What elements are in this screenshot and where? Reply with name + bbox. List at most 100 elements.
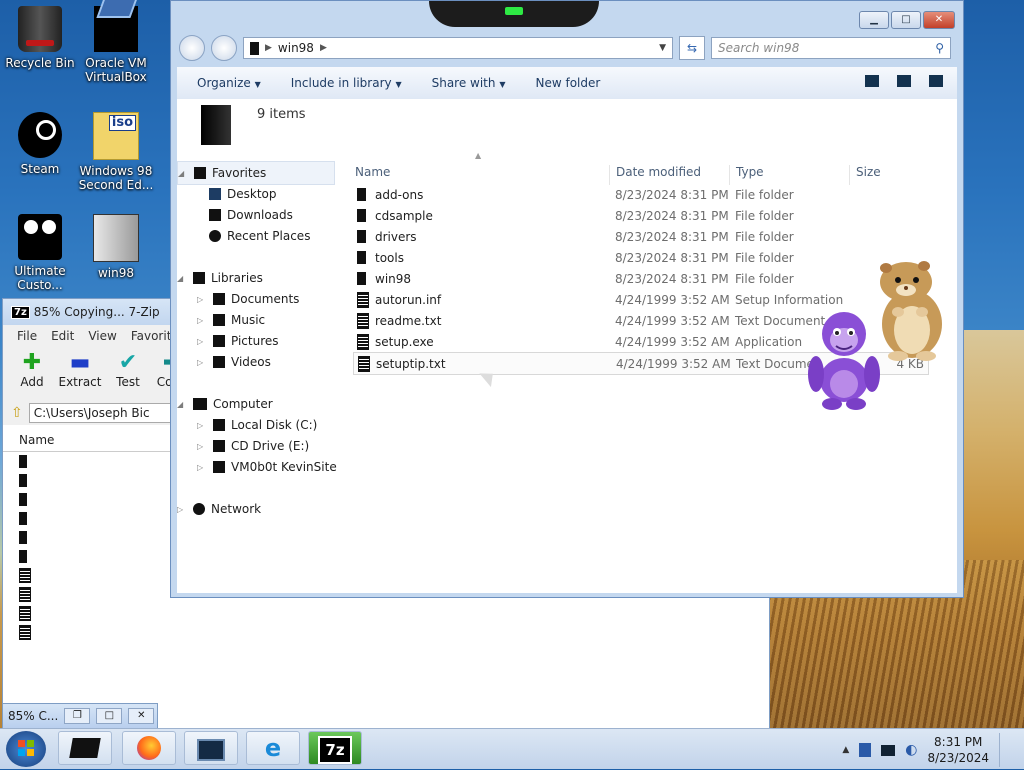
close-button[interactable]: ✕ [128, 708, 155, 724]
nav-cd-drive[interactable]: ▷ CD Drive (E:) [197, 439, 309, 453]
nav-documents[interactable]: ▷ Documents [197, 292, 299, 306]
taskbar-explorer[interactable] [184, 731, 238, 765]
share-with-button[interactable]: Share with ▼ [432, 76, 506, 90]
list-item[interactable] [19, 604, 769, 623]
taskbar-internet-explorer[interactable]: e [246, 731, 300, 765]
explorer-window[interactable]: ▁ □ ✕ ▶ win98 ▶ ▼ ⇆ Search win98 ⚲ Organ… [170, 0, 964, 598]
include-in-library-button[interactable]: Include in library ▼ [291, 76, 402, 90]
maximize-button[interactable]: □ [891, 11, 921, 29]
table-row[interactable]: cdsample 8/23/2024 8:31 PM File folder [353, 205, 927, 226]
collapsed-icon[interactable]: ▷ [177, 505, 187, 514]
nav-network[interactable]: ▷ Network [177, 502, 261, 516]
collapsed-icon[interactable]: ▷ [197, 463, 207, 472]
sevenzip-progress-window[interactable]: 85% C... ❐ □ ✕ [2, 703, 158, 729]
collapsed-icon[interactable]: ▷ [197, 337, 207, 346]
navigation-pane: ◢ Favorites Desktop Downloads Recent Plac… [177, 155, 338, 593]
sort-ascending-icon: ▲ [475, 151, 482, 160]
address-bar[interactable]: ▶ win98 ▶ ▼ [243, 37, 673, 59]
volume-icon[interactable]: ◐ [905, 742, 917, 758]
start-button[interactable] [6, 731, 46, 767]
hamster-character[interactable] [868, 258, 950, 362]
folder-up-icon[interactable]: ⇧ [11, 405, 23, 421]
column-header-size[interactable]: Size [849, 165, 881, 185]
folder-icon [357, 209, 366, 222]
collapsed-icon[interactable]: ▷ [197, 421, 207, 430]
table-row[interactable]: add-ons 8/23/2024 8:31 PM File folder [353, 184, 927, 205]
nav-music[interactable]: ▷ Music [197, 313, 265, 327]
menu-view[interactable]: View [88, 329, 116, 343]
forward-button[interactable] [211, 35, 237, 61]
nav-computer[interactable]: ◢ Computer [177, 397, 273, 411]
nav-libraries[interactable]: ◢ Libraries [177, 271, 263, 285]
organize-button[interactable]: Organize ▼ [197, 76, 261, 90]
minimize-button[interactable]: ▁ [859, 11, 889, 29]
test-button[interactable]: ✔ Test [109, 351, 147, 390]
minus-icon: ▬ [69, 350, 91, 375]
nav-vm-drive[interactable]: ▷ VM0b0t KevinSite [197, 460, 337, 474]
column-header-type[interactable]: Type [729, 165, 764, 185]
nav-local-disk[interactable]: ▷ Local Disk (C:) [197, 418, 317, 432]
collapsed-icon[interactable]: ▷ [197, 295, 207, 304]
restore-button[interactable]: ❐ [64, 708, 91, 724]
command-bar: Organize ▼ Include in library ▼ Share wi… [177, 67, 957, 99]
table-row[interactable]: tools 8/23/2024 8:31 PM File folder [353, 247, 927, 268]
desktop-icon-win98[interactable]: win98 [78, 214, 154, 280]
table-row[interactable]: win98 8/23/2024 8:31 PM File folder [353, 268, 927, 289]
hard-drive-icon [213, 419, 225, 431]
organize-label: Organize [197, 76, 251, 90]
maximize-button[interactable]: □ [96, 708, 123, 724]
taskbar-firefox[interactable] [122, 731, 176, 765]
nav-desktop[interactable]: Desktop [209, 187, 277, 201]
collapsed-icon[interactable]: ▷ [197, 442, 207, 451]
address-dropdown-icon[interactable]: ▼ [659, 43, 666, 53]
show-hidden-icons-icon[interactable]: ▲ [842, 745, 849, 755]
taskbar-virtualbox[interactable] [58, 731, 112, 765]
file-name: add-ons [375, 187, 424, 202]
desktop-icon-ultimate-custom[interactable]: Ultimate Custo... [2, 214, 78, 292]
file-date: 4/24/1999 3:52 AM [615, 292, 730, 307]
column-header-date[interactable]: Date modified [609, 165, 701, 185]
expanded-icon[interactable]: ◢ [177, 400, 187, 409]
menu-file[interactable]: File [17, 329, 37, 343]
expanded-icon[interactable]: ◢ [177, 274, 187, 283]
nav-videos[interactable]: ▷ Videos [197, 355, 271, 369]
list-item[interactable] [19, 623, 769, 642]
back-button[interactable] [179, 35, 205, 61]
new-folder-button[interactable]: New folder [535, 76, 600, 90]
breadcrumb-win98[interactable]: win98 [278, 41, 314, 55]
collapsed-icon[interactable]: ▷ [197, 358, 207, 367]
desktop-icon-virtualbox[interactable]: Oracle VM VirtualBox [78, 6, 154, 84]
preview-pane-icon[interactable] [897, 75, 911, 87]
help-icon[interactable] [929, 75, 943, 87]
nav-pictures[interactable]: ▷ Pictures [197, 334, 279, 348]
network-icon[interactable] [881, 744, 896, 756]
column-header-name[interactable]: Name [355, 165, 390, 185]
show-desktop-button[interactable] [999, 733, 1010, 767]
virtualbox-icon [69, 738, 101, 758]
nav-favorites[interactable]: ◢ Favorites [177, 161, 335, 185]
nav-recent-places[interactable]: Recent Places [209, 229, 310, 243]
taskbar-7zip[interactable]: 7z [308, 731, 362, 765]
nav-downloads[interactable]: Downloads [209, 208, 293, 222]
desktop-icon-win98-iso[interactable]: iso Windows 98 Second Ed... [78, 112, 154, 192]
search-input[interactable]: Search win98 ⚲ [711, 37, 951, 59]
sevenzip-logo-icon: 7z [11, 305, 30, 319]
desktop-icon-steam[interactable]: Steam [2, 112, 78, 176]
close-button[interactable]: ✕ [923, 11, 955, 29]
breadcrumb-chevron-icon[interactable]: ▶ [320, 43, 327, 53]
clock[interactable]: 8:31 PM 8/23/2024 [927, 734, 989, 766]
desktop-icon-recycle-bin[interactable]: Recycle Bin [2, 6, 78, 70]
extract-button[interactable]: ▬ Extract [57, 350, 103, 390]
table-row[interactable]: drivers 8/23/2024 8:31 PM File folder [353, 226, 927, 247]
action-center-icon[interactable] [859, 743, 872, 757]
change-view-icon[interactable] [865, 75, 879, 87]
menu-edit[interactable]: Edit [51, 329, 74, 343]
add-button[interactable]: ✚ Add [13, 351, 51, 390]
file-date: 8/23/2024 8:31 PM [615, 271, 729, 286]
desktop-icon [209, 188, 221, 200]
expanded-icon[interactable]: ◢ [178, 169, 188, 178]
refresh-button[interactable]: ⇆ [679, 36, 705, 60]
file-type: File folder [735, 271, 794, 286]
collapsed-icon[interactable]: ▷ [197, 316, 207, 325]
search-icon[interactable]: ⚲ [935, 41, 944, 55]
